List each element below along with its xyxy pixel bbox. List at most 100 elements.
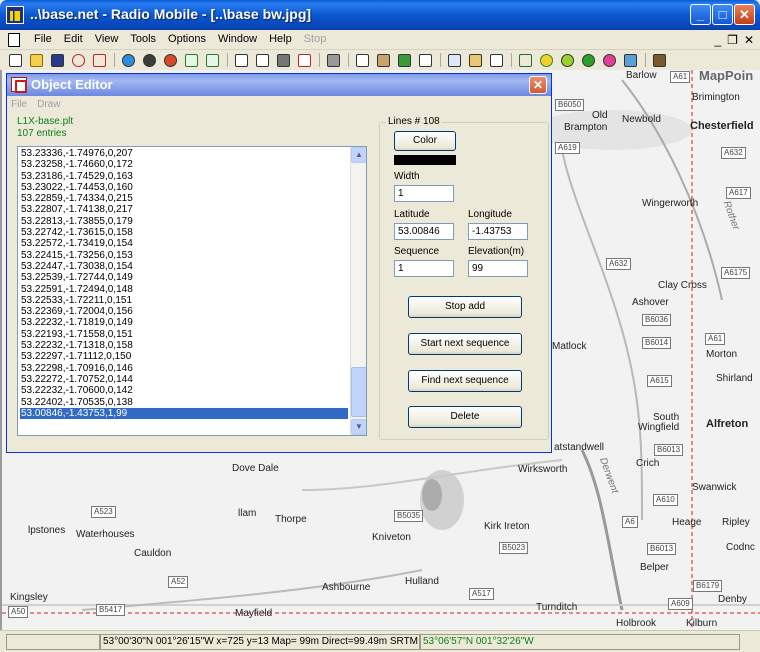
scroll-up-icon[interactable]: ▲ [351, 147, 366, 163]
menu-file[interactable]: File [28, 33, 58, 45]
map-icon[interactable] [253, 52, 271, 68]
last-icon[interactable] [203, 52, 221, 68]
copy-icon[interactable] [353, 52, 371, 68]
elevation-field[interactable] [468, 260, 528, 277]
find-next-sequence-button[interactable]: Find next sequence [408, 370, 522, 392]
minimize-button[interactable]: _ [690, 4, 711, 25]
map-place-label: Denby [718, 594, 747, 605]
longitude-field[interactable] [468, 223, 528, 240]
picture-icon[interactable] [274, 52, 292, 68]
radio-mobile-app-icon[interactable] [6, 6, 24, 24]
sequence-label: Sequence [394, 246, 440, 257]
map-place-label: Brampton [564, 122, 608, 133]
coordinate-row[interactable]: 53.22539,-1.72744,0,149 [20, 272, 348, 283]
map-place-label: Holbrook [616, 618, 657, 629]
list-scrollbar[interactable]: ▲ ▼ [350, 147, 366, 435]
open-folder-icon[interactable] [27, 52, 45, 68]
color-button[interactable]: Color [394, 131, 456, 151]
coordinate-row[interactable]: 53.22533,-1.72211,0,151 [20, 295, 348, 306]
coordinate-row[interactable]: 53.22232,-1.70600,0,142 [20, 385, 348, 396]
scroll-thumb[interactable] [351, 367, 366, 417]
properties-icon[interactable] [140, 52, 158, 68]
map-place-label: Kingsley [10, 592, 48, 603]
paste-icon[interactable] [374, 52, 392, 68]
menu-window[interactable]: Window [212, 33, 263, 45]
sequence-field[interactable] [394, 260, 454, 277]
coordinate-row[interactable]: 53.22572,-1.73419,0,154 [20, 238, 348, 249]
maximize-button[interactable]: □ [712, 4, 733, 25]
mdi-minimize-button[interactable]: _ [714, 33, 721, 47]
map-place-label: Clay Cross [658, 280, 707, 291]
coordinate-row[interactable]: 53.22742,-1.73615,0,158 [20, 227, 348, 238]
coverage-icon[interactable] [395, 52, 413, 68]
coordinate-row[interactable]: 53.22447,-1.73038,0,154 [20, 261, 348, 272]
coordinate-row[interactable]: 53.22232,-1.71318,0,158 [20, 340, 348, 351]
coordinate-row[interactable]: 53.22813,-1.73855,0,179 [20, 216, 348, 227]
coordinate-row[interactable]: 53.22232,-1.71819,0,149 [20, 317, 348, 328]
target-green-icon[interactable] [537, 52, 555, 68]
coordinate-row[interactable]: 53.23186,-1.74529,0,163 [20, 171, 348, 182]
coordinate-row[interactable]: 53.22272,-1.70752,0,144 [20, 374, 348, 385]
tower-icon[interactable] [516, 52, 534, 68]
coordinate-row[interactable]: 53.22298,-1.70916,0,146 [20, 363, 348, 374]
menu-help[interactable]: Help [263, 33, 298, 45]
coordinate-row[interactable]: 53.22859,-1.74334,0,215 [20, 193, 348, 204]
pdf-icon[interactable] [295, 52, 313, 68]
window-icon[interactable] [232, 52, 250, 68]
units-icon[interactable] [90, 52, 108, 68]
first-icon[interactable] [182, 52, 200, 68]
signal-icon[interactable] [487, 52, 505, 68]
coordinate-row[interactable]: 53.23336,-1.74976,0,207 [20, 148, 348, 159]
coordinate-row[interactable]: 53.22591,-1.72494,0,148 [20, 284, 348, 295]
map-place-label: atstandwell [554, 442, 605, 453]
map-road-label: A6 [622, 516, 638, 528]
new-file-icon[interactable] [6, 52, 24, 68]
antenna-icon[interactable] [416, 52, 434, 68]
zoom-icon[interactable] [161, 52, 179, 68]
map-place-label: lpstones [28, 525, 66, 536]
landscape-icon[interactable] [621, 52, 639, 68]
rainbow-icon[interactable] [600, 52, 618, 68]
polar-icon[interactable] [466, 52, 484, 68]
coordinate-row[interactable]: 53.22415,-1.73256,0,153 [20, 250, 348, 261]
coordinate-row[interactable]: 53.00846,-1.43753,1,99 [20, 407, 348, 420]
print-icon[interactable] [324, 52, 342, 68]
delete-button[interactable]: Delete [408, 406, 522, 428]
globe-green-icon[interactable] [579, 52, 597, 68]
entry-count: 107 entries [17, 128, 67, 139]
menu-view[interactable]: View [89, 33, 125, 45]
coordinate-row[interactable]: 53.23258,-1.74660,0,172 [20, 159, 348, 170]
separator [316, 52, 322, 68]
map-place-label: Ashbourne [322, 582, 371, 593]
document-icon[interactable] [8, 33, 20, 47]
coordinate-row[interactable]: 53.22807,-1.74138,0,217 [20, 204, 348, 215]
save-icon[interactable] [48, 52, 66, 68]
start-next-sequence-button[interactable]: Start next sequence [408, 333, 522, 355]
coordinate-row[interactable]: 53.22297,-1.71112,0,150 [20, 351, 348, 362]
coordinates-list[interactable]: 53.23336,-1.74976,0,207 53.23258,-1.74660… [17, 146, 367, 436]
coordinate-row[interactable]: 53.22402,-1.70535,0,138 [20, 397, 348, 408]
menu-options[interactable]: Options [162, 33, 212, 45]
file-name: L1X-base.plt [17, 116, 74, 127]
stop-add-button[interactable]: Stop add [408, 296, 522, 318]
coordinate-row[interactable]: 53.22369,-1.72004,0,156 [20, 306, 348, 317]
latitude-field[interactable] [394, 223, 454, 240]
mdi-close-button[interactable]: ✕ [744, 33, 754, 47]
scroll-down-icon[interactable]: ▼ [351, 419, 366, 435]
separator [345, 52, 351, 68]
dialog-close-button[interactable]: ✕ [529, 76, 547, 94]
mdi-restore-button[interactable]: ❐ [727, 33, 738, 47]
coordinate-row[interactable]: 53.23022,-1.74453,0,160 [20, 182, 348, 193]
exit-icon[interactable] [650, 52, 668, 68]
coordinate-row[interactable]: 53.22193,-1.71558,0,151 [20, 329, 348, 340]
target-yellow-icon[interactable] [558, 52, 576, 68]
globe-icon[interactable] [119, 52, 137, 68]
menu-tools[interactable]: Tools [124, 33, 162, 45]
radio-link-icon[interactable] [445, 52, 463, 68]
menu-edit[interactable]: Edit [58, 33, 89, 45]
width-field[interactable] [394, 185, 454, 202]
network-icon[interactable] [69, 52, 87, 68]
close-button[interactable]: ✕ [734, 4, 755, 25]
map-place-label: llam [238, 508, 257, 519]
width-label: Width [394, 171, 420, 182]
